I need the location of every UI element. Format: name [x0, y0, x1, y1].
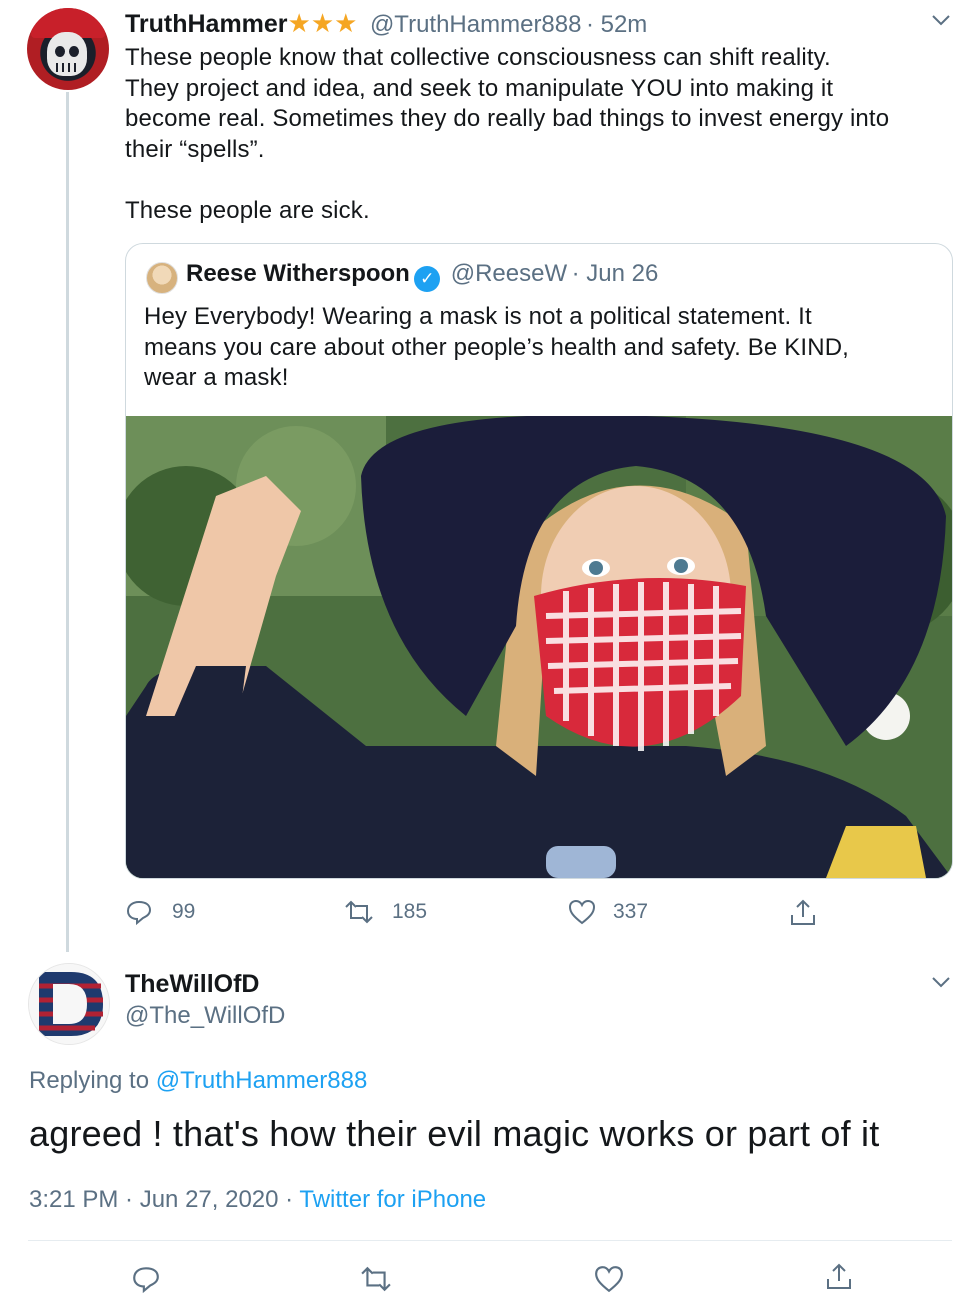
like-icon: [595, 1266, 623, 1293]
quote-handle[interactable]: @ReeseW: [451, 260, 567, 287]
reply-count: 99: [172, 900, 196, 923]
quote-date[interactable]: · Jun 26: [572, 260, 659, 287]
retweet-button-2[interactable]: [357, 1264, 395, 1299]
divider: [28, 1240, 952, 1241]
replying-prefix: Replying to: [29, 1067, 150, 1094]
tweet-source[interactable]: Twitter for iPhone: [299, 1186, 486, 1213]
avatar-eye: [55, 46, 65, 57]
avatar-thewillofd[interactable]: [28, 963, 110, 1045]
like-count: 337: [613, 900, 649, 923]
replying-handle-link[interactable]: @TruthHammer888: [156, 1067, 368, 1094]
thread-line: [66, 92, 69, 952]
tweet-timestamp-row: 3:21 PM · Jun 27, 2020 · Twitter for iPh…: [29, 1186, 486, 1214]
tweet-header: TruthHammer★★★ @TruthHammer888 · 52m: [125, 8, 647, 39]
share-button-2[interactable]: [822, 1262, 856, 1297]
like-button-2[interactable]: [592, 1264, 626, 1299]
share-icon: [791, 899, 815, 925]
retweet-count: 185: [392, 900, 428, 923]
author-handle-2[interactable]: @The_WillOfD: [125, 1002, 285, 1030]
chevron-down-icon[interactable]: [928, 972, 954, 998]
tweet-timestamp[interactable]: 3:21 PM · Jun 27, 2020 ·: [29, 1186, 293, 1213]
quote-photo[interactable]: [126, 416, 952, 878]
avatar-eye: [69, 46, 79, 57]
retweet-button[interactable]: [342, 898, 376, 931]
like-button[interactable]: [567, 898, 597, 931]
star-icons: ★★★: [287, 8, 358, 38]
reply-icon: [126, 900, 152, 926]
quote-text: Hey Everybody! Wearing a mask is not a p…: [144, 303, 849, 391]
replying-to: Replying to @TruthHammer888: [29, 1067, 367, 1095]
photo-illustration: [126, 416, 952, 878]
retweet-icon: [361, 1266, 391, 1292]
share-button[interactable]: [788, 898, 818, 933]
tweet-text: These people know that collective consci…: [125, 44, 890, 224]
avatar-skull: [47, 32, 87, 76]
author-name-2[interactable]: TheWillOfD: [125, 970, 260, 999]
like-icon: [568, 899, 596, 925]
share-icon: [827, 1263, 851, 1289]
author-handle[interactable]: @TruthHammer888: [370, 11, 582, 38]
quote-tweet[interactable]: Reese Witherspoon ✓ @ReeseW · Jun 26 Hey…: [125, 243, 953, 879]
reply-icon: [133, 1267, 159, 1294]
tweet-time[interactable]: · 52m: [586, 11, 647, 38]
chevron-down-icon[interactable]: [928, 10, 954, 36]
avatar-d-logo: [29, 964, 109, 1044]
verified-icon: ✓: [414, 266, 441, 292]
retweet-icon: [345, 900, 373, 924]
quote-header: Reese Witherspoon ✓ @ReeseW · Jun 26: [186, 260, 658, 292]
reply-tweet-text: agreed ! that's how their evil magic wor…: [29, 1113, 880, 1154]
avatar-truthhammer[interactable]: [27, 8, 109, 90]
reply-button[interactable]: [125, 898, 153, 931]
author-name[interactable]: TruthHammer: [125, 10, 288, 38]
avatar-teeth: [56, 63, 78, 72]
reply-button-2[interactable]: [130, 1264, 162, 1299]
quote-avatar[interactable]: [146, 262, 178, 294]
quote-author-name[interactable]: Reese Witherspoon: [186, 260, 410, 287]
